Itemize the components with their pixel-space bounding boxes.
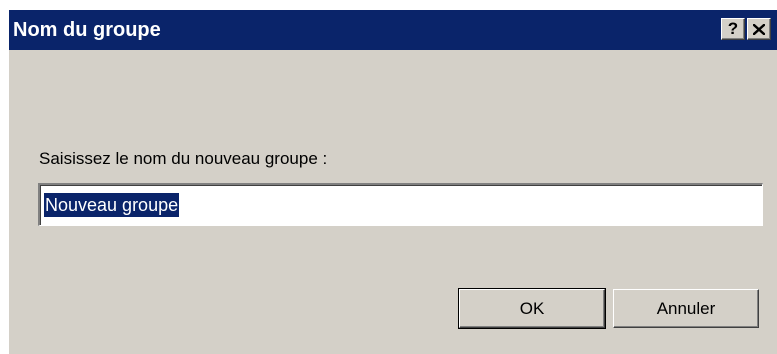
ok-button[interactable]: OK bbox=[458, 288, 606, 329]
group-name-prompt: Saisissez le nom du nouveau groupe : bbox=[39, 149, 328, 168]
cancel-button[interactable]: Annuler bbox=[613, 289, 759, 328]
close-icon bbox=[753, 24, 765, 35]
group-name-value: Nouveau groupe bbox=[44, 193, 180, 217]
dialog-title: Nom du groupe bbox=[13, 19, 161, 41]
group-name-dialog: Nom du groupe ? Saisissez le nom du nouv… bbox=[8, 9, 777, 354]
close-button[interactable] bbox=[747, 18, 771, 40]
help-button[interactable]: ? bbox=[721, 18, 745, 40]
group-name-input[interactable]: Nouveau groupe bbox=[38, 183, 763, 226]
title-bar[interactable]: Nom du groupe ? bbox=[9, 10, 777, 50]
